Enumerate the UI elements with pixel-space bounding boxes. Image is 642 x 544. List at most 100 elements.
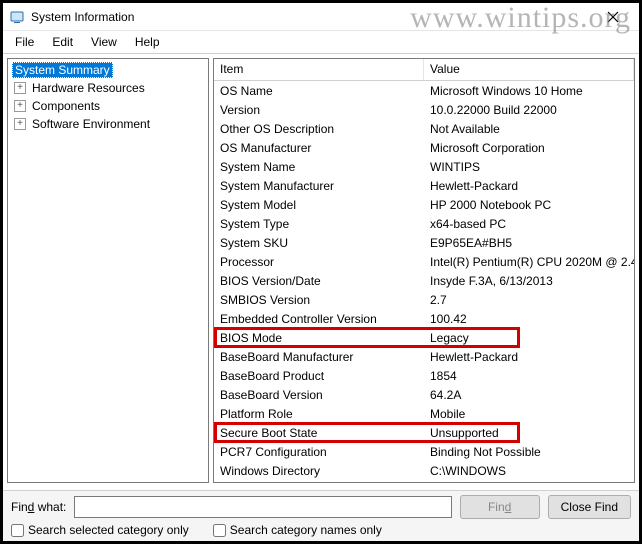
- cell-item: Secure Boot State: [214, 425, 424, 441]
- cell-value: Hewlett-Packard: [424, 178, 634, 194]
- cell-item: SMBIOS Version: [214, 292, 424, 308]
- menu-bar: File Edit View Help: [3, 31, 639, 53]
- cell-value: 64.2A: [424, 387, 634, 403]
- tree-label: System Summary: [12, 62, 113, 78]
- expand-icon[interactable]: +: [14, 100, 26, 112]
- menu-help[interactable]: Help: [127, 33, 168, 51]
- menu-edit[interactable]: Edit: [44, 33, 81, 51]
- find-options-row: Search selected category only Search cat…: [11, 521, 631, 539]
- checkbox-input[interactable]: [11, 524, 24, 537]
- column-header-value[interactable]: Value: [424, 59, 634, 80]
- menu-view[interactable]: View: [83, 33, 125, 51]
- cell-item: System SKU: [214, 235, 424, 251]
- table-row[interactable]: System ManufacturerHewlett-Packard: [214, 176, 634, 195]
- expand-icon[interactable]: +: [14, 118, 26, 130]
- find-input[interactable]: [74, 496, 451, 518]
- cell-value: Hewlett-Packard: [424, 349, 634, 365]
- cell-value: WINTIPS: [424, 159, 634, 175]
- table-row[interactable]: SMBIOS Version2.7: [214, 290, 634, 309]
- find-row: Find what: Find Close Find: [11, 495, 631, 519]
- window-title: System Information: [31, 10, 593, 24]
- cell-value: Microsoft Corporation: [424, 140, 634, 156]
- navigation-tree[interactable]: System Summary + Hardware Resources + Co…: [7, 58, 209, 483]
- cell-value: Not Available: [424, 121, 634, 137]
- close-button[interactable]: [593, 3, 633, 30]
- cell-item: System Manufacturer: [214, 178, 424, 194]
- close-find-button[interactable]: Close Find: [548, 495, 631, 519]
- check-category-names[interactable]: Search category names only: [213, 523, 382, 537]
- tree-label: Components: [30, 98, 102, 114]
- table-row[interactable]: ProcessorIntel(R) Pentium(R) CPU 2020M @…: [214, 252, 634, 271]
- table-row[interactable]: PCR7 ConfigurationBinding Not Possible: [214, 442, 634, 461]
- cell-item: BaseBoard Product: [214, 368, 424, 384]
- cell-value: 1854: [424, 368, 634, 384]
- check-selected-category[interactable]: Search selected category only: [11, 523, 189, 537]
- cell-item: Windows Directory: [214, 463, 424, 479]
- table-row[interactable]: Secure Boot StateUnsupported: [214, 423, 634, 442]
- cell-value: Legacy: [424, 330, 634, 346]
- cell-value: 100.42: [424, 311, 634, 327]
- table-row[interactable]: System ModelHP 2000 Notebook PC: [214, 195, 634, 214]
- table-row[interactable]: System SKUE9P65EA#BH5: [214, 233, 634, 252]
- cell-item: System Model: [214, 197, 424, 213]
- table-row[interactable]: BaseBoard Version64.2A: [214, 385, 634, 404]
- app-window: www.wintips.org System Information File …: [0, 0, 642, 544]
- expand-icon[interactable]: +: [14, 82, 26, 94]
- cell-item: BaseBoard Version: [214, 387, 424, 403]
- table-row[interactable]: OS ManufacturerMicrosoft Corporation: [214, 138, 634, 157]
- cell-item: System Directory: [214, 482, 424, 483]
- table-row[interactable]: Windows DirectoryC:\WINDOWS: [214, 461, 634, 480]
- cell-item: Version: [214, 102, 424, 118]
- cell-value: Insyde F.3A, 6/13/2013: [424, 273, 634, 289]
- tree-item-system-summary[interactable]: System Summary: [8, 61, 208, 79]
- table-row[interactable]: OS NameMicrosoft Windows 10 Home: [214, 81, 634, 100]
- cell-value: C:\WINDOWS\system32: [424, 482, 634, 483]
- cell-item: System Type: [214, 216, 424, 232]
- title-bar: System Information: [3, 3, 639, 31]
- tree-item-software-environment[interactable]: + Software Environment: [8, 115, 208, 133]
- find-label: Find what:: [11, 500, 66, 514]
- tree-item-components[interactable]: + Components: [8, 97, 208, 115]
- cell-item: Embedded Controller Version: [214, 311, 424, 327]
- cell-value: Intel(R) Pentium(R) CPU 2020M @ 2.40GHz,: [424, 254, 634, 270]
- cell-value: C:\WINDOWS: [424, 463, 634, 479]
- cell-item: BaseBoard Manufacturer: [214, 349, 424, 365]
- cell-value: Microsoft Windows 10 Home: [424, 83, 634, 99]
- table-row[interactable]: BIOS Version/DateInsyde F.3A, 6/13/2013: [214, 271, 634, 290]
- cell-item: BIOS Mode: [214, 330, 424, 346]
- table-row[interactable]: Platform RoleMobile: [214, 404, 634, 423]
- cell-item: PCR7 Configuration: [214, 444, 424, 460]
- table-row[interactable]: System DirectoryC:\WINDOWS\system32: [214, 480, 634, 482]
- cell-value: 2.7: [424, 292, 634, 308]
- tree-item-hardware-resources[interactable]: + Hardware Resources: [8, 79, 208, 97]
- cell-value: Unsupported: [424, 425, 634, 441]
- tree-label: Hardware Resources: [30, 80, 147, 96]
- table-row[interactable]: Version10.0.22000 Build 22000: [214, 100, 634, 119]
- table-row[interactable]: BaseBoard Product1854: [214, 366, 634, 385]
- table-row[interactable]: BIOS ModeLegacy: [214, 328, 634, 347]
- list-body[interactable]: OS NameMicrosoft Windows 10 HomeVersion1…: [214, 81, 634, 482]
- find-bar: Find what: Find Close Find Search select…: [3, 490, 639, 541]
- table-row[interactable]: BaseBoard ManufacturerHewlett-Packard: [214, 347, 634, 366]
- app-icon: [9, 9, 25, 25]
- cell-value: Binding Not Possible: [424, 444, 634, 460]
- table-row[interactable]: System NameWINTIPS: [214, 157, 634, 176]
- checkbox-label: Search selected category only: [28, 523, 189, 537]
- tree-label: Software Environment: [30, 116, 152, 132]
- cell-value: HP 2000 Notebook PC: [424, 197, 634, 213]
- cell-value: E9P65EA#BH5: [424, 235, 634, 251]
- table-row[interactable]: Other OS DescriptionNot Available: [214, 119, 634, 138]
- column-header-item[interactable]: Item: [214, 59, 424, 80]
- checkbox-input[interactable]: [213, 524, 226, 537]
- menu-file[interactable]: File: [7, 33, 42, 51]
- cell-value: x64-based PC: [424, 216, 634, 232]
- cell-item: Platform Role: [214, 406, 424, 422]
- cell-item: System Name: [214, 159, 424, 175]
- list-header: Item Value: [214, 59, 634, 81]
- table-row[interactable]: Embedded Controller Version100.42: [214, 309, 634, 328]
- cell-value: 10.0.22000 Build 22000: [424, 102, 634, 118]
- cell-value: Mobile: [424, 406, 634, 422]
- table-row[interactable]: System Typex64-based PC: [214, 214, 634, 233]
- find-button[interactable]: Find: [460, 495, 540, 519]
- content-area: System Summary + Hardware Resources + Co…: [3, 53, 639, 487]
